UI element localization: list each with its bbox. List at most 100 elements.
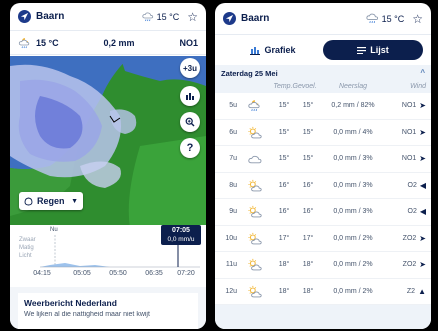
favorite-star-icon[interactable]: ☆ <box>412 13 423 25</box>
col-rain: Neerslag <box>338 82 367 90</box>
selected-rate: 0,0 mm/u <box>167 236 195 243</box>
row-temp: 17° <box>278 234 290 242</box>
row-rain: 0,0 mm / 3% <box>333 181 373 189</box>
row-rain: 0,0 mm / 2% <box>333 287 373 295</box>
favorite-star-icon[interactable]: ☆ <box>187 11 198 23</box>
news-section: Weerbericht Nederland We lijken al die n… <box>10 287 206 329</box>
tab-lijst[interactable]: Lijst <box>323 40 423 60</box>
time-tick: 07:20 <box>177 270 195 277</box>
chart-view-button[interactable] <box>180 86 200 106</box>
chevron-up-icon: ^ <box>420 68 425 77</box>
row-rain: 0,0 mm / 3% <box>333 208 373 216</box>
wind-arrow-icon: ➤ <box>419 127 426 137</box>
wind-label: O2 <box>407 208 417 216</box>
forecast-row[interactable]: 12u 18° 18° 0,0 mm / 2% Z2 ▲ <box>215 278 431 305</box>
wind-label: O2 <box>407 181 417 189</box>
row-wind: ZO2 ➤ <box>387 260 431 269</box>
selected-time-box: 07:05 0,0 mm/u <box>161 225 201 245</box>
row-feel: 18° <box>302 287 314 295</box>
row-hour: 9u <box>229 208 237 216</box>
wind-arrow-icon: ➤ <box>419 233 426 243</box>
time-tick: 04:15 <box>33 270 51 277</box>
forecast-row[interactable]: 11u 18° 18° 0,0 mm / 2% ZO2 ➤ <box>215 252 431 279</box>
tab-lijst-label: Lijst <box>370 45 389 55</box>
row-hour: 10u <box>225 234 237 242</box>
night-rain-icon <box>239 99 271 112</box>
row-temp: 16° <box>278 181 290 189</box>
current-temp-value: 15 °C <box>156 11 180 22</box>
sun-cloud-icon <box>239 232 271 245</box>
forecast-rows: 5u 15° 15° 0,2 mm / 82% NO1 ➤ 6u 15° 15° 0,0 mm /… <box>215 93 431 305</box>
row-feel: 18° <box>302 261 314 269</box>
sun-cloud-icon <box>239 205 271 218</box>
row-rain: 0,2 mm / 82% <box>331 102 375 110</box>
wind-arrow-icon: ➤ <box>419 101 426 111</box>
forecast-screen: Baarn 15 °C ☆ Grafiek Lijst Zaterdag 25 … <box>215 3 431 329</box>
bar-chart-icon <box>250 47 261 55</box>
list-icon <box>357 47 367 54</box>
forecast-row[interactable]: 8u 16° 16° 0,0 mm / 3% O2 ◀ <box>215 172 431 199</box>
row-feel: 15° <box>302 155 314 163</box>
row-temp: 18° <box>278 261 290 269</box>
location-icon <box>18 10 31 23</box>
selected-time: 07:05 <box>172 227 190 234</box>
forecast-row[interactable]: 7u 15° 15° 0,0 mm / 3% NO1 ➤ <box>215 146 431 173</box>
news-card[interactable]: Weerbericht Nederland We lijken al die n… <box>18 293 198 329</box>
sun-cloud-icon <box>239 126 271 139</box>
row-feel: 16° <box>302 208 314 216</box>
forecast-row[interactable]: 6u 15° 15° 0,0 mm / 4% NO1 ➤ <box>215 119 431 146</box>
row-hour: 7u <box>229 155 237 163</box>
day-title: Zaterdag 25 Mei <box>221 69 278 78</box>
sun-cloud-icon <box>239 285 271 298</box>
time-tick: 05:05 <box>73 270 91 277</box>
forecast-table: Zaterdag 25 Mei ^ Temp.Gevoel. Neerslag … <box>215 65 431 329</box>
help-button[interactable]: ? <box>180 138 200 158</box>
layer-select[interactable]: Regen ▼ <box>19 192 83 210</box>
col-temp-feel: Temp.Gevoel. <box>273 82 317 90</box>
time-offset-button[interactable]: +3u <box>180 58 200 78</box>
zoom-button[interactable] <box>180 112 200 132</box>
row-feel: 15° <box>302 128 314 136</box>
wind-label: ZO2 <box>402 234 417 242</box>
row-wind: O2 ◀ <box>387 207 431 216</box>
column-headers: Temp.Gevoel. Neerslag Wind <box>215 79 431 93</box>
wind-label: ZO2 <box>402 261 417 269</box>
row-feel: 15° <box>302 102 314 110</box>
current-temp: 15 °C <box>366 13 405 24</box>
day-header[interactable]: Zaterdag 25 Mei ^ <box>215 65 431 79</box>
tab-grafiek[interactable]: Grafiek <box>223 40 323 60</box>
row-feel: 16° <box>302 181 314 189</box>
wind-arrow-icon: ◀ <box>419 180 426 190</box>
radar-timeline[interactable]: Zwaar Matig Licht Nu 07:05 0,0 mm/u 04:1… <box>10 225 206 281</box>
row-rain: 0,0 mm / 2% <box>333 234 373 242</box>
rain-cloud-icon <box>141 12 153 21</box>
news-title: Weerbericht Nederland <box>24 298 117 308</box>
question-icon: ? <box>186 142 194 154</box>
forecast-row[interactable]: 10u 17° 17° 0,0 mm / 2% ZO2 ➤ <box>215 225 431 252</box>
news-text: We lijken al die nattigheid maar niet kw… <box>24 311 150 318</box>
current-temp: 15 °C <box>141 11 180 22</box>
row-temp: 15° <box>278 102 290 110</box>
forecast-row[interactable]: 9u 16° 16° 0,0 mm / 3% O2 ◀ <box>215 199 431 226</box>
time-tick: 06:35 <box>145 270 163 277</box>
current-temp-value: 15 °C <box>381 13 405 24</box>
row-wind: NO1 ➤ <box>387 128 431 137</box>
forecast-row[interactable]: 5u 15° 15° 0,2 mm / 82% NO1 ➤ <box>215 93 431 120</box>
summary-wind: NO1 <box>179 37 198 48</box>
sun-cloud-icon <box>239 258 271 271</box>
wind-arrow-icon: ➤ <box>419 260 426 270</box>
row-hour: 6u <box>229 128 237 136</box>
row-temp: 16° <box>278 208 290 216</box>
row-hour: 5u <box>229 102 237 110</box>
row-wind: NO1 ➤ <box>387 154 431 163</box>
location-name[interactable]: Baarn <box>36 11 142 22</box>
row-temp: 15° <box>278 155 290 163</box>
row-wind: O2 ◀ <box>387 181 431 190</box>
row-feel: 17° <box>302 234 314 242</box>
wind-label: NO1 <box>401 155 417 163</box>
location-name[interactable]: Baarn <box>241 13 366 24</box>
time-tick: 05:50 <box>109 270 127 277</box>
row-wind: NO1 ➤ <box>387 101 431 110</box>
location-bar: Baarn 15 °C ☆ <box>215 3 431 35</box>
caret-down-icon: ▼ <box>71 197 78 205</box>
